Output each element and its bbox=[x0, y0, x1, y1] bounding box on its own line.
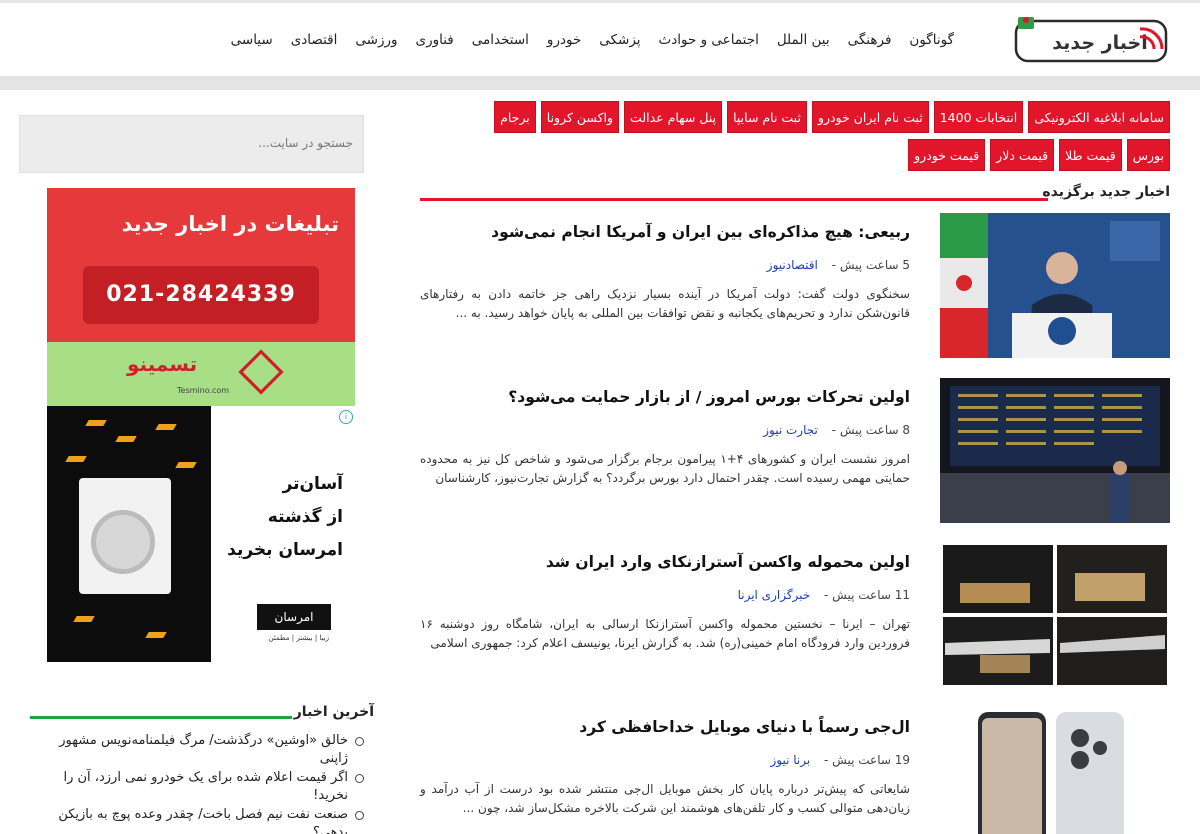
search-box bbox=[19, 115, 364, 173]
sponsor-logo-icon bbox=[238, 349, 284, 395]
nav-item-medical[interactable]: پزشکی bbox=[599, 32, 640, 48]
ad-info-icon[interactable]: i bbox=[339, 410, 353, 424]
article-meta: 11 ساعت پیش - خبرگزاری ایرنا bbox=[738, 588, 910, 602]
tag[interactable]: سامانه ابلاغیه الکترونیکی bbox=[1028, 101, 1170, 133]
sponsor-url: Tesmino.com bbox=[177, 386, 230, 395]
ad-phone: 021-28424339 bbox=[83, 266, 319, 324]
search-input[interactable] bbox=[33, 136, 353, 150]
tag[interactable]: قیمت دلار bbox=[990, 139, 1055, 171]
ad-brand-logo: امرسان bbox=[257, 604, 331, 630]
article-excerpt: تهران – ایرنا – نخستین محموله واکسن آستر… bbox=[420, 617, 910, 650]
article-thumbnail[interactable] bbox=[940, 543, 1170, 688]
article-title[interactable]: ربیعی: هیچ مذاکره‌ای بین ایران و آمریکا … bbox=[491, 223, 910, 241]
article-card: اولین تحرکات بورس امروز / از بازار حمایت… bbox=[420, 378, 1170, 528]
ad-sponsor-panel: تسمینو Tesmino.com bbox=[47, 342, 355, 406]
article-meta: 8 ساعت پیش - تجارت نیوز bbox=[763, 423, 910, 437]
tag[interactable]: ثبت نام ایران خودرو bbox=[811, 101, 929, 133]
nav-item-cars[interactable]: خودرو bbox=[547, 32, 581, 48]
featured-section-title: اخبار جدید برگزیده bbox=[1042, 184, 1170, 200]
washing-machine-icon bbox=[79, 478, 171, 594]
article-time: 11 ساعت پیش - bbox=[824, 588, 910, 602]
article-excerpt: سخنگوی دولت گفت: دولت آمریکا در آینده بس… bbox=[420, 287, 910, 320]
latest-news-list: خالق «اوشین» درگذشت/ مرگ فیلمنامه‌نویس م… bbox=[30, 732, 366, 834]
main-nav: سیاسی اقتصادی ورزشی فناوری استخدامی خودر… bbox=[231, 32, 954, 48]
article-meta: 5 ساعت پیش - اقتصادنیوز bbox=[767, 258, 910, 272]
nav-item-economy[interactable]: اقتصادی bbox=[291, 32, 338, 48]
hot-tags: سامانه ابلاغیه الکترونیکی انتخابات 1400 … bbox=[450, 101, 1170, 171]
article-thumbnail[interactable] bbox=[940, 708, 1170, 834]
article-excerpt: شایعاتی که پیش‌تر درباره پایان کار بخش م… bbox=[420, 782, 910, 815]
ad-title: تبلیغات در اخبار جدید bbox=[121, 212, 339, 236]
tag[interactable]: بورس bbox=[1126, 139, 1170, 171]
list-item[interactable]: اگر قیمت اعلام شده برای یک خودرو نمی ارز… bbox=[30, 769, 366, 806]
site-header: اخبار جدید سیاسی اقتصادی ورزشی فناوری اس… bbox=[0, 0, 1200, 76]
advertisement-banner[interactable]: تبلیغات در اخبار جدید 021-28424339 تسمین… bbox=[47, 188, 355, 662]
article-title[interactable]: اولین محموله واکسن آسترازنکای وارد ایران… bbox=[546, 553, 910, 571]
latest-news-title: آخرین اخبار bbox=[293, 704, 374, 720]
tag[interactable]: ثبت نام سایپا bbox=[727, 101, 807, 133]
nav-item-social[interactable]: اجتماعی و حوادث bbox=[659, 32, 759, 48]
nav-item-international[interactable]: بین الملل bbox=[777, 32, 830, 48]
article-source[interactable]: خبرگزاری ایرنا bbox=[738, 588, 811, 602]
article-meta: 19 ساعت پیش - برنا نیوز bbox=[770, 753, 910, 767]
site-logo[interactable]: اخبار جدید bbox=[1010, 17, 1168, 65]
ad-brand-tagline: زیبا | بیشتر | مطمئن bbox=[268, 634, 329, 642]
ad-product-panel: i آسان‌تر از گذشته امرسان بخرید امرسان ز… bbox=[47, 406, 355, 662]
sponsor-name: تسمینو bbox=[127, 352, 198, 376]
article-thumbnail[interactable] bbox=[940, 213, 1170, 358]
ad-contact-panel: تبلیغات در اخبار جدید 021-28424339 bbox=[47, 188, 355, 342]
article-title[interactable]: ال‌جی رسماً با دنیای موبایل خداحافظی کرد bbox=[579, 718, 910, 736]
nav-item-sports[interactable]: ورزشی bbox=[355, 32, 397, 48]
article-card: ربیعی: هیچ مذاکره‌ای بین ایران و آمریکا … bbox=[420, 213, 1170, 363]
article-card: اولین محموله واکسن آسترازنکای وارد ایران… bbox=[420, 543, 1170, 693]
article-title[interactable]: اولین تحرکات بورس امروز / از بازار حمایت… bbox=[508, 388, 910, 406]
list-item[interactable]: خالق «اوشین» درگذشت/ مرگ فیلمنامه‌نویس م… bbox=[30, 732, 366, 769]
article-time: 19 ساعت پیش - bbox=[824, 753, 910, 767]
nav-item-misc[interactable]: گوناگون bbox=[909, 32, 954, 48]
article-excerpt: امروز نشست ایران و کشورهای ۴+۱ پیرامون ب… bbox=[420, 452, 910, 485]
nav-item-politics[interactable]: سیاسی bbox=[231, 32, 273, 48]
article-time: 8 ساعت پیش - bbox=[831, 423, 910, 437]
header-divider bbox=[0, 76, 1200, 90]
article-source[interactable]: تجارت نیوز bbox=[763, 423, 818, 437]
ad-slogan: آسان‌تر از گذشته امرسان بخرید bbox=[227, 474, 343, 560]
article-thumbnail[interactable] bbox=[940, 378, 1170, 523]
featured-section-underline bbox=[420, 198, 1048, 201]
tag[interactable]: برجام bbox=[494, 101, 536, 133]
tag[interactable]: پنل سهام عدالت bbox=[624, 101, 723, 133]
list-item[interactable]: صنعت نفت نیم فصل باخت/ چقدر وعده پوچ به … bbox=[30, 806, 366, 834]
tag[interactable]: واکسن کرونا bbox=[540, 101, 620, 133]
latest-news-underline bbox=[30, 716, 292, 719]
article-source[interactable]: برنا نیوز bbox=[770, 753, 810, 767]
tag[interactable]: قیمت خودرو bbox=[908, 139, 986, 171]
article-time: 5 ساعت پیش - bbox=[831, 258, 910, 272]
logo-text: اخبار جدید bbox=[1052, 32, 1147, 54]
nav-item-jobs[interactable]: استخدامی bbox=[472, 32, 529, 48]
nav-item-technology[interactable]: فناوری bbox=[416, 32, 454, 48]
nav-item-culture[interactable]: فرهنگی bbox=[848, 32, 892, 48]
article-card: ال‌جی رسماً با دنیای موبایل خداحافظی کرد… bbox=[420, 708, 1170, 834]
tag[interactable]: قیمت طلا bbox=[1059, 139, 1122, 171]
article-source[interactable]: اقتصادنیوز bbox=[767, 258, 818, 272]
tag[interactable]: انتخابات 1400 bbox=[933, 101, 1024, 133]
